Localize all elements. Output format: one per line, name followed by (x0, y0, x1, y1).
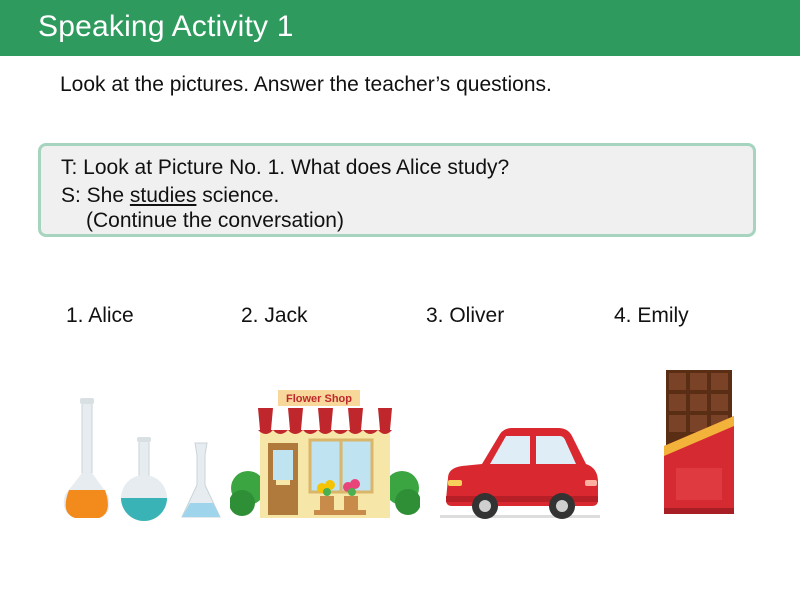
picture-label-oliver: 3. Oliver (426, 304, 505, 327)
continue-note: (Continue the conversation) (86, 209, 344, 232)
chocolate-bar-icon (664, 370, 734, 514)
dialogue-box: T: Look at Picture No. 1. What does Alic… (38, 143, 756, 237)
student-underlined-word: studies (129, 184, 197, 207)
lab-flasks-icon (63, 398, 221, 521)
flower-shop-icon: Flower Shop (230, 390, 420, 518)
red-car-icon (440, 428, 600, 519)
picture-label-jack: 2. Jack (241, 304, 308, 327)
student-line: S: She studies science. (61, 184, 279, 208)
shop-sign: Flower Shop (286, 393, 352, 405)
picture-label-emily: 4. Emily (614, 304, 689, 327)
header-bar: Speaking Activity 1 (0, 0, 800, 56)
page-title: Speaking Activity 1 (38, 10, 294, 43)
picture-label-alice: 1. Alice (66, 304, 134, 327)
teacher-line: T: Look at Picture No. 1. What does Alic… (61, 156, 510, 179)
instruction-text: Look at the pictures. Answer the teacher… (60, 73, 552, 96)
student-suffix: science. (202, 184, 280, 207)
student-prefix: S: She (61, 184, 125, 207)
